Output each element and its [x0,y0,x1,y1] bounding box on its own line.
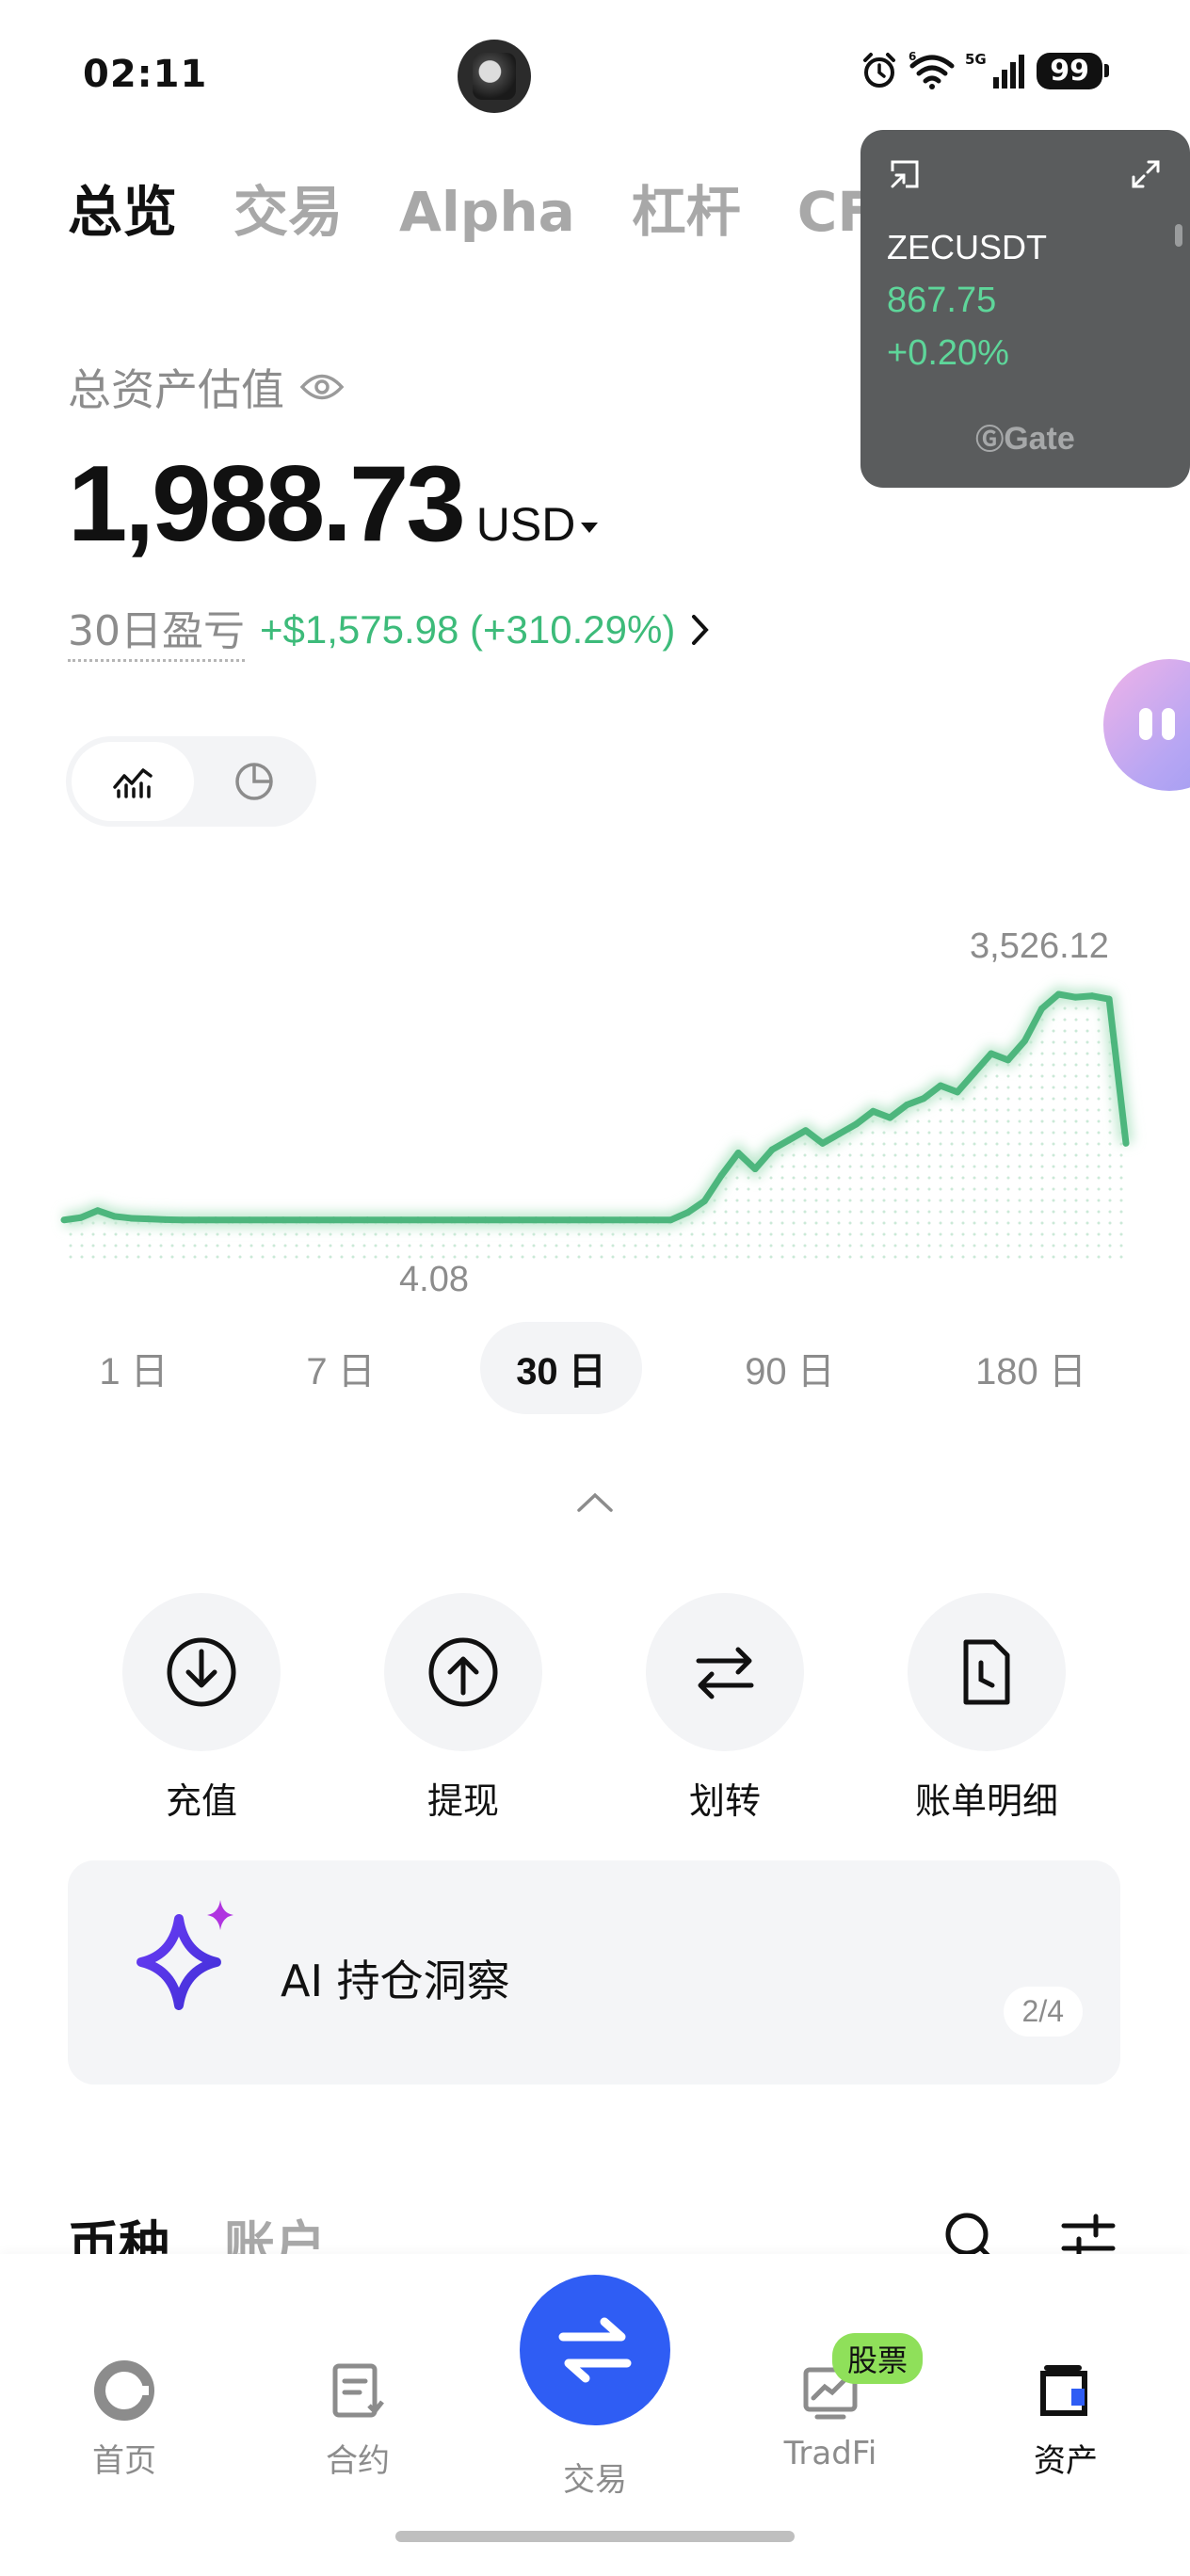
assistant-bubble[interactable] [1103,659,1190,791]
home-icon [94,2360,154,2421]
transfer-icon [696,1647,754,1699]
wallet-icon [1040,2365,1087,2416]
widget-symbol: ZECUSDT [887,228,1047,266]
nav-tradfi-label: TradFi [783,2435,877,2472]
floating-price-widget[interactable]: ZECUSDT 867.75 +0.20% ⒼGate [860,130,1190,488]
battery-level: 99 [1037,52,1102,89]
wifi-label: 6 [909,51,916,63]
total-asset-label-row: 总资产估值 [68,356,345,418]
nav-trade-button[interactable] [520,2275,670,2425]
range-30d[interactable]: 30 日 [480,1322,642,1414]
bottom-navigation: 首页 合约 交易 TradFi 股票 资产 [0,2254,1190,2576]
range-1d[interactable]: 1 日 [66,1322,201,1414]
chart-min-label: 4.08 [399,1260,469,1299]
wifi-icon: 6 [909,51,955,89]
pnl-row[interactable]: 30日盈亏 +$1,575.98 (+310.29%) [68,597,711,662]
ai-insight-card[interactable]: AI 持仓洞察 2/4 [68,1860,1120,2085]
notification-avatar [458,40,531,113]
total-asset-value: 1,988.73 [68,444,466,564]
expand-icon[interactable] [1130,158,1162,190]
withdraw-icon [428,1637,498,1707]
status-bar: 02:11 6 5G 99 [0,0,1190,141]
line-chart-toggle[interactable] [72,742,194,821]
range-180d[interactable]: 180 日 [951,1322,1111,1414]
status-time: 02:11 [83,53,208,96]
pie-chart-icon [235,763,273,800]
pnl-label: 30日盈亏 [68,597,245,662]
nav-home[interactable]: 首页 [40,2358,209,2481]
withdraw-label: 提现 [426,1780,499,1822]
nav-futures[interactable]: 合约 [273,2358,442,2481]
total-asset-value-row: 1,988.73 USD [68,443,599,566]
status-icons: 6 5G 99 [860,51,1109,90]
tab-overview[interactable]: 总览 [68,168,177,247]
line-chart-icon [113,768,153,798]
range-7d[interactable]: 7 日 [273,1322,409,1414]
pie-chart-toggle[interactable] [198,742,311,821]
shrink-icon[interactable] [889,158,921,190]
ai-sparkle-icon [137,1900,233,2010]
range-90d[interactable]: 90 日 [717,1322,862,1414]
home-indicator [395,2531,795,2542]
widget-price: 867.75 [887,281,997,320]
alarm-icon [863,53,896,88]
withdraw-button[interactable]: 提现 [378,1593,548,1824]
nav-assets[interactable]: 资产 [981,2358,1150,2481]
deposit-icon [167,1637,236,1707]
widget-change: +0.20% [887,333,1009,373]
chart-type-toggle [66,736,316,827]
widget-brand-logo: ⒼGate [975,421,1075,457]
currency-selector[interactable]: USD [476,497,599,552]
deposit-button[interactable]: 充值 [117,1593,286,1824]
nav-assets-label: 资产 [1034,2442,1098,2480]
eye-icon[interactable] [299,371,345,403]
chevron-up-icon[interactable] [575,1489,615,1514]
widget-scrollbar [1175,224,1182,247]
total-asset-label: 总资产估值 [68,364,284,415]
gate-logo-icon: Ⓖ [975,425,1005,456]
caret-down-icon [581,523,599,533]
nav-futures-label: 合约 [326,2442,390,2480]
transfer-label: 划转 [688,1780,761,1822]
tab-alpha[interactable]: Alpha [399,180,575,244]
assistant-eye-icon [1139,708,1152,740]
nav-home-label: 首页 [92,2442,156,2480]
asset-chart[interactable] [0,904,1190,1309]
tab-trading[interactable]: 交易 [233,168,343,247]
bill-details-label: 账单明细 [914,1780,1058,1822]
battery-indicator: 99 [1037,52,1109,89]
deposit-label: 充值 [165,1780,237,1822]
transfer-button[interactable]: 划转 [640,1593,810,1824]
bill-details-button[interactable]: 账单明细 [902,1593,1071,1824]
time-range-selector: 1 日 7 日 30 日 90 日 180 日 [0,1322,1190,1416]
nav-trade-label: 交易 [563,2461,627,2499]
contract-icon [332,2363,384,2418]
network-type: 5G [965,51,987,68]
pnl-value: +$1,575.98 (+310.29%) [260,606,676,652]
trade-swap-icon [558,2317,632,2383]
ai-insight-pager: 2/4 [1003,1987,1083,2037]
ai-insight-title: AI 持仓洞察 [281,1956,510,2006]
assistant-eye-icon [1162,708,1175,740]
bill-icon [963,1639,1010,1705]
cellular-signal-icon: 5G [965,51,1025,89]
tab-margin[interactable]: 杠杆 [632,168,741,247]
chevron-right-icon [692,614,710,645]
stocks-badge: 股票 [832,2333,924,2384]
